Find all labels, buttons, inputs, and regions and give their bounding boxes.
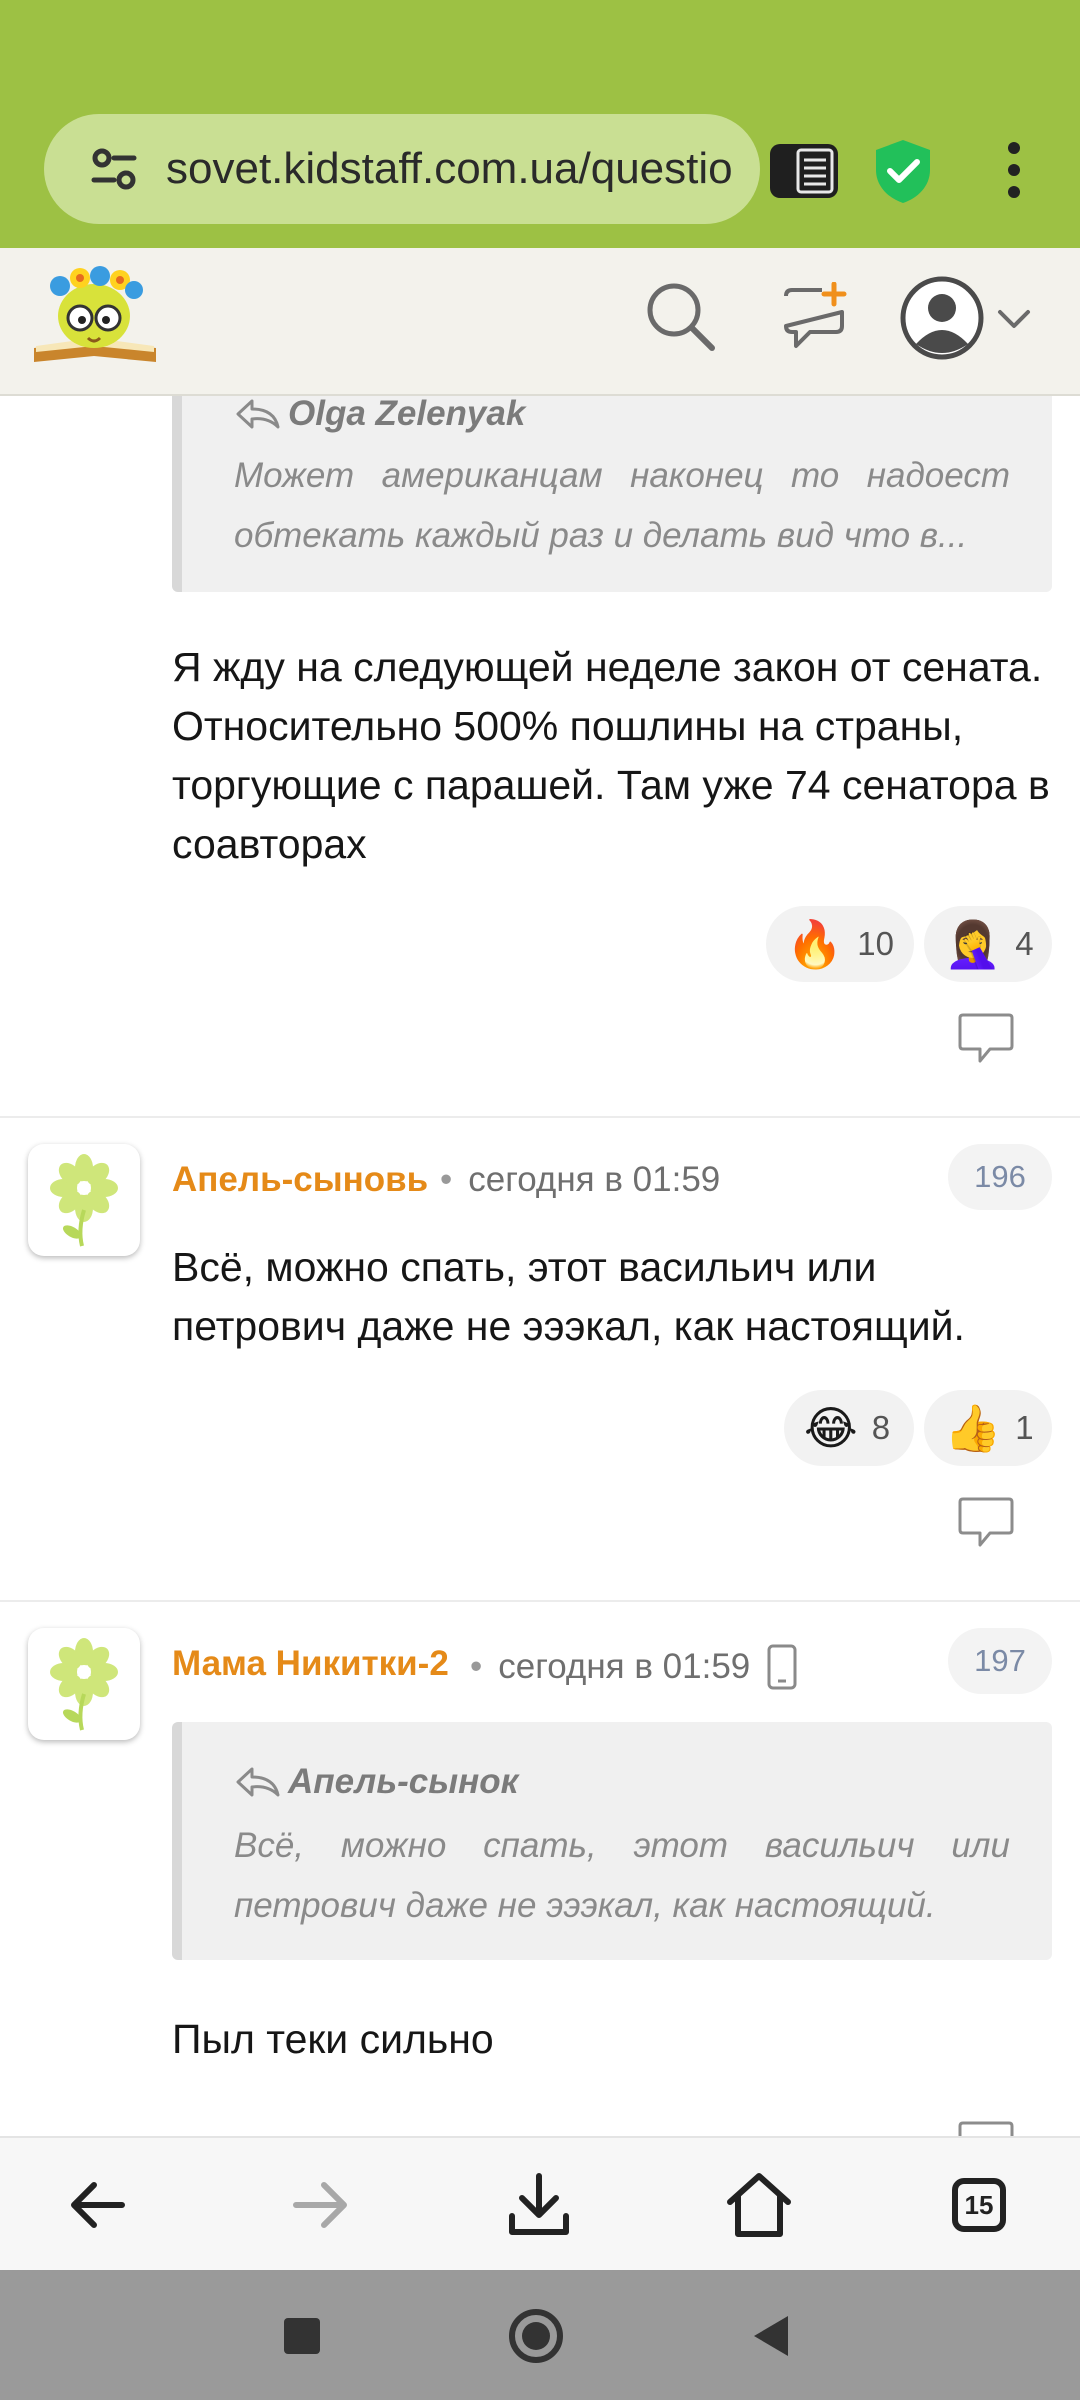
quote-author-name: Апель-сынок (288, 1762, 519, 1801)
divider (0, 1116, 1080, 1118)
post-number[interactable]: 197 (948, 1628, 1052, 1694)
reaction-count: 8 (871, 1409, 891, 1446)
reaction-button[interactable]: 🤦‍♀️ 4 (924, 906, 1052, 982)
bottom-toolbar: 15 (0, 2136, 1080, 2270)
comment-text: Пыл теки сильно (172, 2016, 494, 2062)
flower-avatar-icon (50, 1638, 118, 1731)
divider (0, 1600, 1080, 1602)
search-icon[interactable] (642, 278, 718, 354)
forward-arrow-icon[interactable] (282, 2168, 356, 2242)
avatar[interactable] (28, 1144, 140, 1256)
quote-block: Апель-сынок Всё, можно спать, этот васил… (172, 1722, 1052, 1960)
chevron-down-icon[interactable] (994, 298, 1034, 338)
recents-square-icon[interactable] (270, 2304, 334, 2368)
url-text[interactable]: sovet.kidstaff.com.ua/questio (166, 144, 746, 194)
avatar[interactable] (28, 1628, 140, 1740)
browser-toolbar: sovet.kidstaff.com.ua/questio (0, 0, 1080, 248)
comments-feed: Olga Zelenyak Может американцам наконец … (0, 396, 1080, 2136)
back-triangle-icon[interactable] (740, 2304, 804, 2368)
reaction-count: 10 (857, 925, 894, 962)
comment-time: сегодня в 01:59 (468, 1160, 721, 1199)
user-avatar-icon[interactable] (900, 276, 984, 360)
quote-text: Может американцам наконец то надоест обт… (234, 456, 1010, 555)
fire-emoji-icon: 🔥 (786, 917, 844, 971)
more-menu-icon[interactable] (990, 138, 1038, 202)
download-icon[interactable] (502, 2168, 576, 2242)
reply-arrow-icon (236, 1767, 280, 1797)
reply-icon[interactable] (956, 1012, 1016, 1066)
back-arrow-icon[interactable] (62, 2168, 136, 2242)
quote-author-name: Olga Zelenyak (288, 396, 526, 433)
flower-avatar-icon (50, 1154, 118, 1247)
thumbs-up-emoji-icon: 👍 (944, 1401, 1002, 1455)
quote-block: Olga Zelenyak Может американцам наконец … (172, 396, 1052, 592)
reaction-button[interactable]: 👍 1 (924, 1390, 1052, 1466)
reaction-button[interactable]: 🔥 10 (766, 906, 914, 982)
comment-meta: • сегодня в 01:59 (470, 1644, 798, 1690)
url-bar[interactable]: sovet.kidstaff.com.ua/questio (44, 114, 760, 224)
system-nav-bar (0, 2270, 1080, 2400)
site-header (0, 248, 1080, 396)
home-circle-icon[interactable] (504, 2304, 568, 2368)
quote-author: Апель-сынок (234, 1762, 518, 1802)
reaction-count: 1 (1015, 1409, 1034, 1446)
comment-text: Я жду на следующей неделе закон от сенат… (172, 644, 1050, 867)
site-settings-icon[interactable] (84, 139, 144, 199)
meta-separator: • (440, 1160, 453, 1199)
new-topic-icon[interactable] (778, 282, 850, 352)
quote-text: Всё, можно спать, этот васильич или петр… (234, 1826, 1010, 1925)
tabs-button[interactable]: 15 (944, 2168, 1018, 2242)
comment-author[interactable]: Апель-сыновь (172, 1160, 428, 1200)
quote-author: Olga Zelenyak (234, 396, 525, 434)
shield-check-icon[interactable] (868, 136, 938, 206)
reply-icon[interactable] (956, 1496, 1016, 1550)
meta-separator: • (470, 1647, 483, 1686)
logo[interactable] (30, 262, 160, 374)
laughing-emoji-icon: 😂 (804, 1401, 858, 1455)
reaction-button[interactable]: 😂 8 (784, 1390, 914, 1466)
post-number[interactable]: 196 (948, 1144, 1052, 1210)
reply-icon[interactable] (956, 2120, 1016, 2136)
comment-author[interactable]: Мама Никитки-2 (172, 1644, 449, 1684)
reader-mode-icon[interactable] (768, 140, 840, 202)
mobile-phone-icon (767, 1644, 797, 1690)
comment-time: сегодня в 01:59 (498, 1647, 751, 1686)
reaction-count: 4 (1015, 925, 1034, 962)
comment-meta: • сегодня в 01:59 (440, 1160, 720, 1200)
reply-arrow-icon (236, 399, 280, 429)
home-icon[interactable] (722, 2168, 796, 2242)
tab-count: 15 (952, 2178, 1006, 2232)
comment-text: Всё, можно спать, этот васильич или петр… (172, 1244, 965, 1349)
facepalm-emoji-icon: 🤦‍♀️ (944, 917, 1002, 971)
